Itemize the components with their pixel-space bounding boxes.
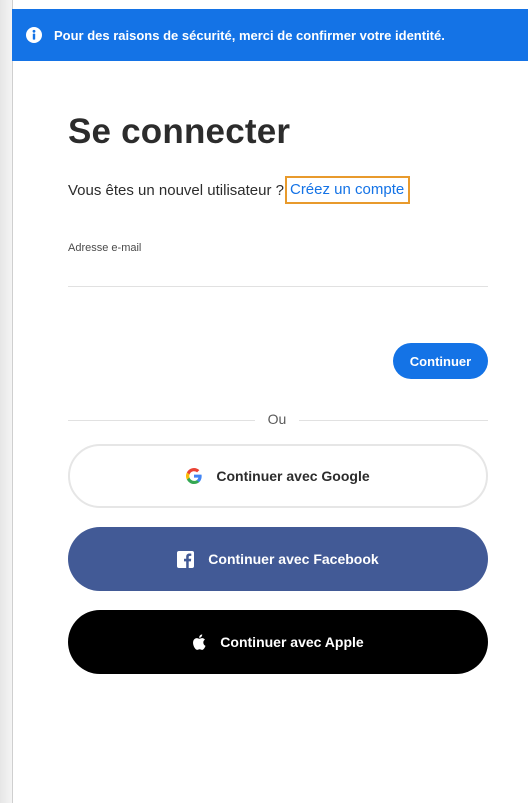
create-account-link[interactable]: Créez un compte: [284, 176, 411, 204]
apple-signin-button[interactable]: Continuer avec Apple: [68, 610, 488, 674]
divider-line-left: [68, 420, 255, 421]
new-user-text: Vous êtes un nouvel utilisateur ?: [68, 181, 284, 199]
facebook-button-label: Continuer avec Facebook: [208, 551, 379, 567]
email-label: Adresse e-mail: [68, 242, 142, 254]
continue-button[interactable]: Continuer: [393, 343, 488, 379]
google-button-label: Continuer avec Google: [216, 468, 370, 484]
facebook-icon: [177, 550, 195, 568]
apple-button-label: Continuer avec Apple: [220, 634, 364, 650]
new-user-prompt: Vous êtes un nouvel utilisateur ? Créez …: [68, 176, 411, 204]
security-banner: Pour des raisons de sécurité, merci de c…: [12, 9, 528, 61]
page-title: Se connecter: [68, 112, 291, 151]
divider-line-right: [299, 420, 488, 421]
google-signin-button[interactable]: Continuer avec Google: [68, 444, 488, 508]
facebook-signin-button[interactable]: Continuer avec Facebook: [68, 527, 488, 591]
info-icon: [26, 27, 42, 43]
window-left-edge: [0, 0, 13, 803]
google-icon: [186, 468, 203, 484]
divider-or: Ou: [267, 411, 287, 427]
banner-text: Pour des raisons de sécurité, merci de c…: [54, 27, 445, 43]
email-input[interactable]: [68, 258, 488, 287]
apple-icon: [192, 634, 206, 650]
